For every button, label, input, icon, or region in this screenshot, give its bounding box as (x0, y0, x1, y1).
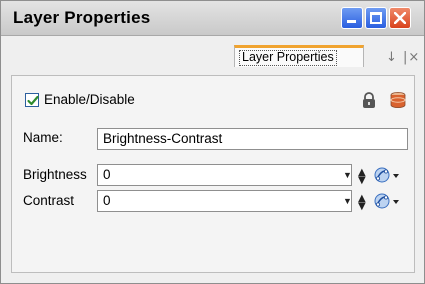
properties-panel: Enable/Disable Name: Brightness-Contrast… (11, 75, 415, 273)
checkmark-icon (27, 95, 39, 106)
minimize-icon[interactable] (341, 7, 363, 29)
brightness-field[interactable]: 0 ▼ (97, 164, 352, 186)
focus-outline (239, 50, 337, 66)
brightness-stepper-icon[interactable]: ▲ ▼ (358, 168, 366, 186)
tab-layer-properties[interactable]: Layer Properties (234, 45, 364, 67)
chevron-down-icon[interactable]: ▼ (343, 196, 352, 206)
brightness-label: Brightness (23, 167, 87, 182)
enable-label: Enable/Disable (44, 92, 135, 107)
contrast-value: 0 (103, 193, 111, 208)
contrast-stepper-icon[interactable]: ▲ ▼ (358, 194, 366, 212)
name-field[interactable]: Brightness-Contrast (97, 128, 408, 150)
tab-label: Layer Properties (239, 50, 337, 66)
brightness-value: 0 (103, 167, 111, 182)
enable-checkbox[interactable] (25, 93, 39, 107)
contrast-animate-icon[interactable] (373, 192, 401, 210)
close-icon[interactable] (389, 7, 411, 29)
database-icon[interactable] (389, 91, 407, 109)
layer-properties-window: Layer Properties Layer Properties ↓ |× E… (0, 0, 425, 284)
window-title: Layer Properties (13, 8, 151, 27)
title-bar[interactable]: Layer Properties (1, 1, 424, 36)
contrast-field[interactable]: 0 ▼ (97, 190, 352, 212)
name-value: Brightness-Contrast (103, 131, 223, 146)
contrast-label: Contrast (23, 193, 75, 208)
tab-bar: Layer Properties ↓ |× (1, 36, 424, 67)
name-label: Name: (23, 130, 63, 145)
maximize-icon[interactable] (365, 7, 387, 29)
lock-icon[interactable] (360, 91, 378, 109)
brightness-animate-icon[interactable] (373, 166, 401, 184)
chevron-down-icon[interactable]: ▼ (343, 170, 352, 180)
tab-tools-icon[interactable]: ↓ |× (386, 50, 420, 65)
